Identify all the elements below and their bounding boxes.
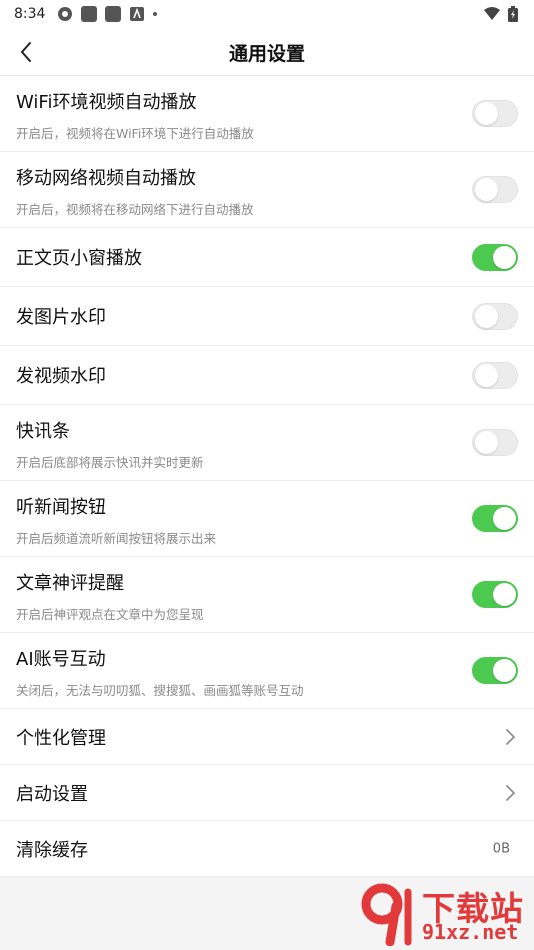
settings-list: WiFi环境视频自动播放 开启后，视频将在WiFi环境下进行自动播放 移动网络视… <box>0 76 534 877</box>
listen-news-toggle[interactable] <box>472 505 518 532</box>
status-time: 8:34 <box>14 6 46 22</box>
setting-description: 开启后，视频将在移动网络下进行自动播放 <box>16 202 254 217</box>
watermark-logo-icon <box>361 883 412 946</box>
setting-description: 开启后频道流听新闻按钮将展示出来 <box>16 531 217 546</box>
nav-row-launch-settings[interactable]: 启动设置 <box>0 765 534 821</box>
setting-description: 开启后神评观点在文章中为您呈现 <box>16 607 204 622</box>
news-flash-toggle[interactable] <box>472 429 518 456</box>
wifi-autoplay-toggle[interactable] <box>472 100 518 127</box>
toggle-knob <box>475 364 498 387</box>
clear-cache-row[interactable]: 清除缓存 0B <box>0 821 534 877</box>
page-title: 通用设置 <box>228 42 305 65</box>
wifi-icon <box>484 7 500 20</box>
setting-row-ai-interaction: AI账号互动 关闭后，无法与叨叨狐、搜搜狐、画画狐等账号互动 <box>0 633 534 709</box>
toggle-knob <box>475 102 498 125</box>
setting-row-video-watermark: 发视频水印 <box>0 346 534 405</box>
toggle-knob <box>475 431 498 454</box>
setting-title: 移动网络视频自动播放 <box>16 168 196 189</box>
setting-title: 发图片水印 <box>16 307 106 328</box>
site-watermark: 下载站 91xz.net <box>360 882 530 946</box>
setting-description: 开启后，视频将在WiFi环境下进行自动播放 <box>16 126 254 141</box>
nav-title: 个性化管理 <box>16 727 106 749</box>
toggle-knob <box>493 659 516 682</box>
setting-title: 快讯条 <box>16 421 70 442</box>
setting-row-comment-reminder: 文章神评提醒 开启后神评观点在文章中为您呈现 <box>0 557 534 633</box>
more-notifications-dot-icon <box>153 12 158 16</box>
app-notification-icon <box>58 7 73 21</box>
toggle-knob <box>475 178 498 201</box>
setting-row-news-flash: 快讯条 开启后底部将展示快讯并实时更新 <box>0 405 534 481</box>
app-notification-icon <box>81 6 98 22</box>
video-watermark-toggle[interactable] <box>472 362 518 389</box>
chevron-right-icon <box>506 728 516 745</box>
setting-title: WiFi环境视频自动播放 <box>16 92 197 113</box>
toggle-knob <box>475 305 498 328</box>
nav-title: 启动设置 <box>16 783 88 805</box>
setting-title: AI账号互动 <box>16 649 106 670</box>
status-notification-icons <box>57 6 158 22</box>
setting-title: 正文页小窗播放 <box>16 248 142 269</box>
app-header: 通用设置 <box>0 28 534 76</box>
setting-row-wifi-autoplay: WiFi环境视频自动播放 开启后，视频将在WiFi环境下进行自动播放 <box>0 76 534 152</box>
setting-title: 文章神评提醒 <box>16 573 124 594</box>
setting-title: 发视频水印 <box>16 366 106 387</box>
mini-window-toggle[interactable] <box>472 244 518 271</box>
app-notification-icon <box>130 7 145 21</box>
clear-cache-title: 清除缓存 <box>16 839 88 861</box>
mobile-autoplay-toggle[interactable] <box>472 176 518 203</box>
status-system-icons <box>484 6 518 22</box>
toggle-knob <box>493 583 516 606</box>
image-watermark-toggle[interactable] <box>472 303 518 330</box>
setting-row-image-watermark: 发图片水印 <box>0 287 534 346</box>
chevron-right-icon <box>506 784 516 801</box>
setting-description: 关闭后，无法与叨叨狐、搜搜狐、画画狐等账号互动 <box>16 683 304 698</box>
battery-icon <box>508 6 518 22</box>
setting-title: 听新闻按钮 <box>16 497 106 518</box>
setting-description: 开启后底部将展示快讯并实时更新 <box>16 455 204 470</box>
app-notification-icon <box>105 6 122 22</box>
comment-reminder-toggle[interactable] <box>472 581 518 608</box>
watermark-url: 91xz.net <box>422 920 519 944</box>
toggle-knob <box>493 246 516 269</box>
nav-row-personalization[interactable]: 个性化管理 <box>0 709 534 765</box>
toggle-knob <box>493 507 516 530</box>
ai-interaction-toggle[interactable] <box>472 657 518 684</box>
setting-row-mini-window: 正文页小窗播放 <box>0 228 534 287</box>
status-bar: 8:34 <box>0 0 534 28</box>
setting-row-mobile-autoplay: 移动网络视频自动播放 开启后，视频将在移动网络下进行自动播放 <box>0 152 534 228</box>
cache-size-value: 0B <box>492 841 510 856</box>
setting-row-listen-news: 听新闻按钮 开启后频道流听新闻按钮将展示出来 <box>0 481 534 557</box>
